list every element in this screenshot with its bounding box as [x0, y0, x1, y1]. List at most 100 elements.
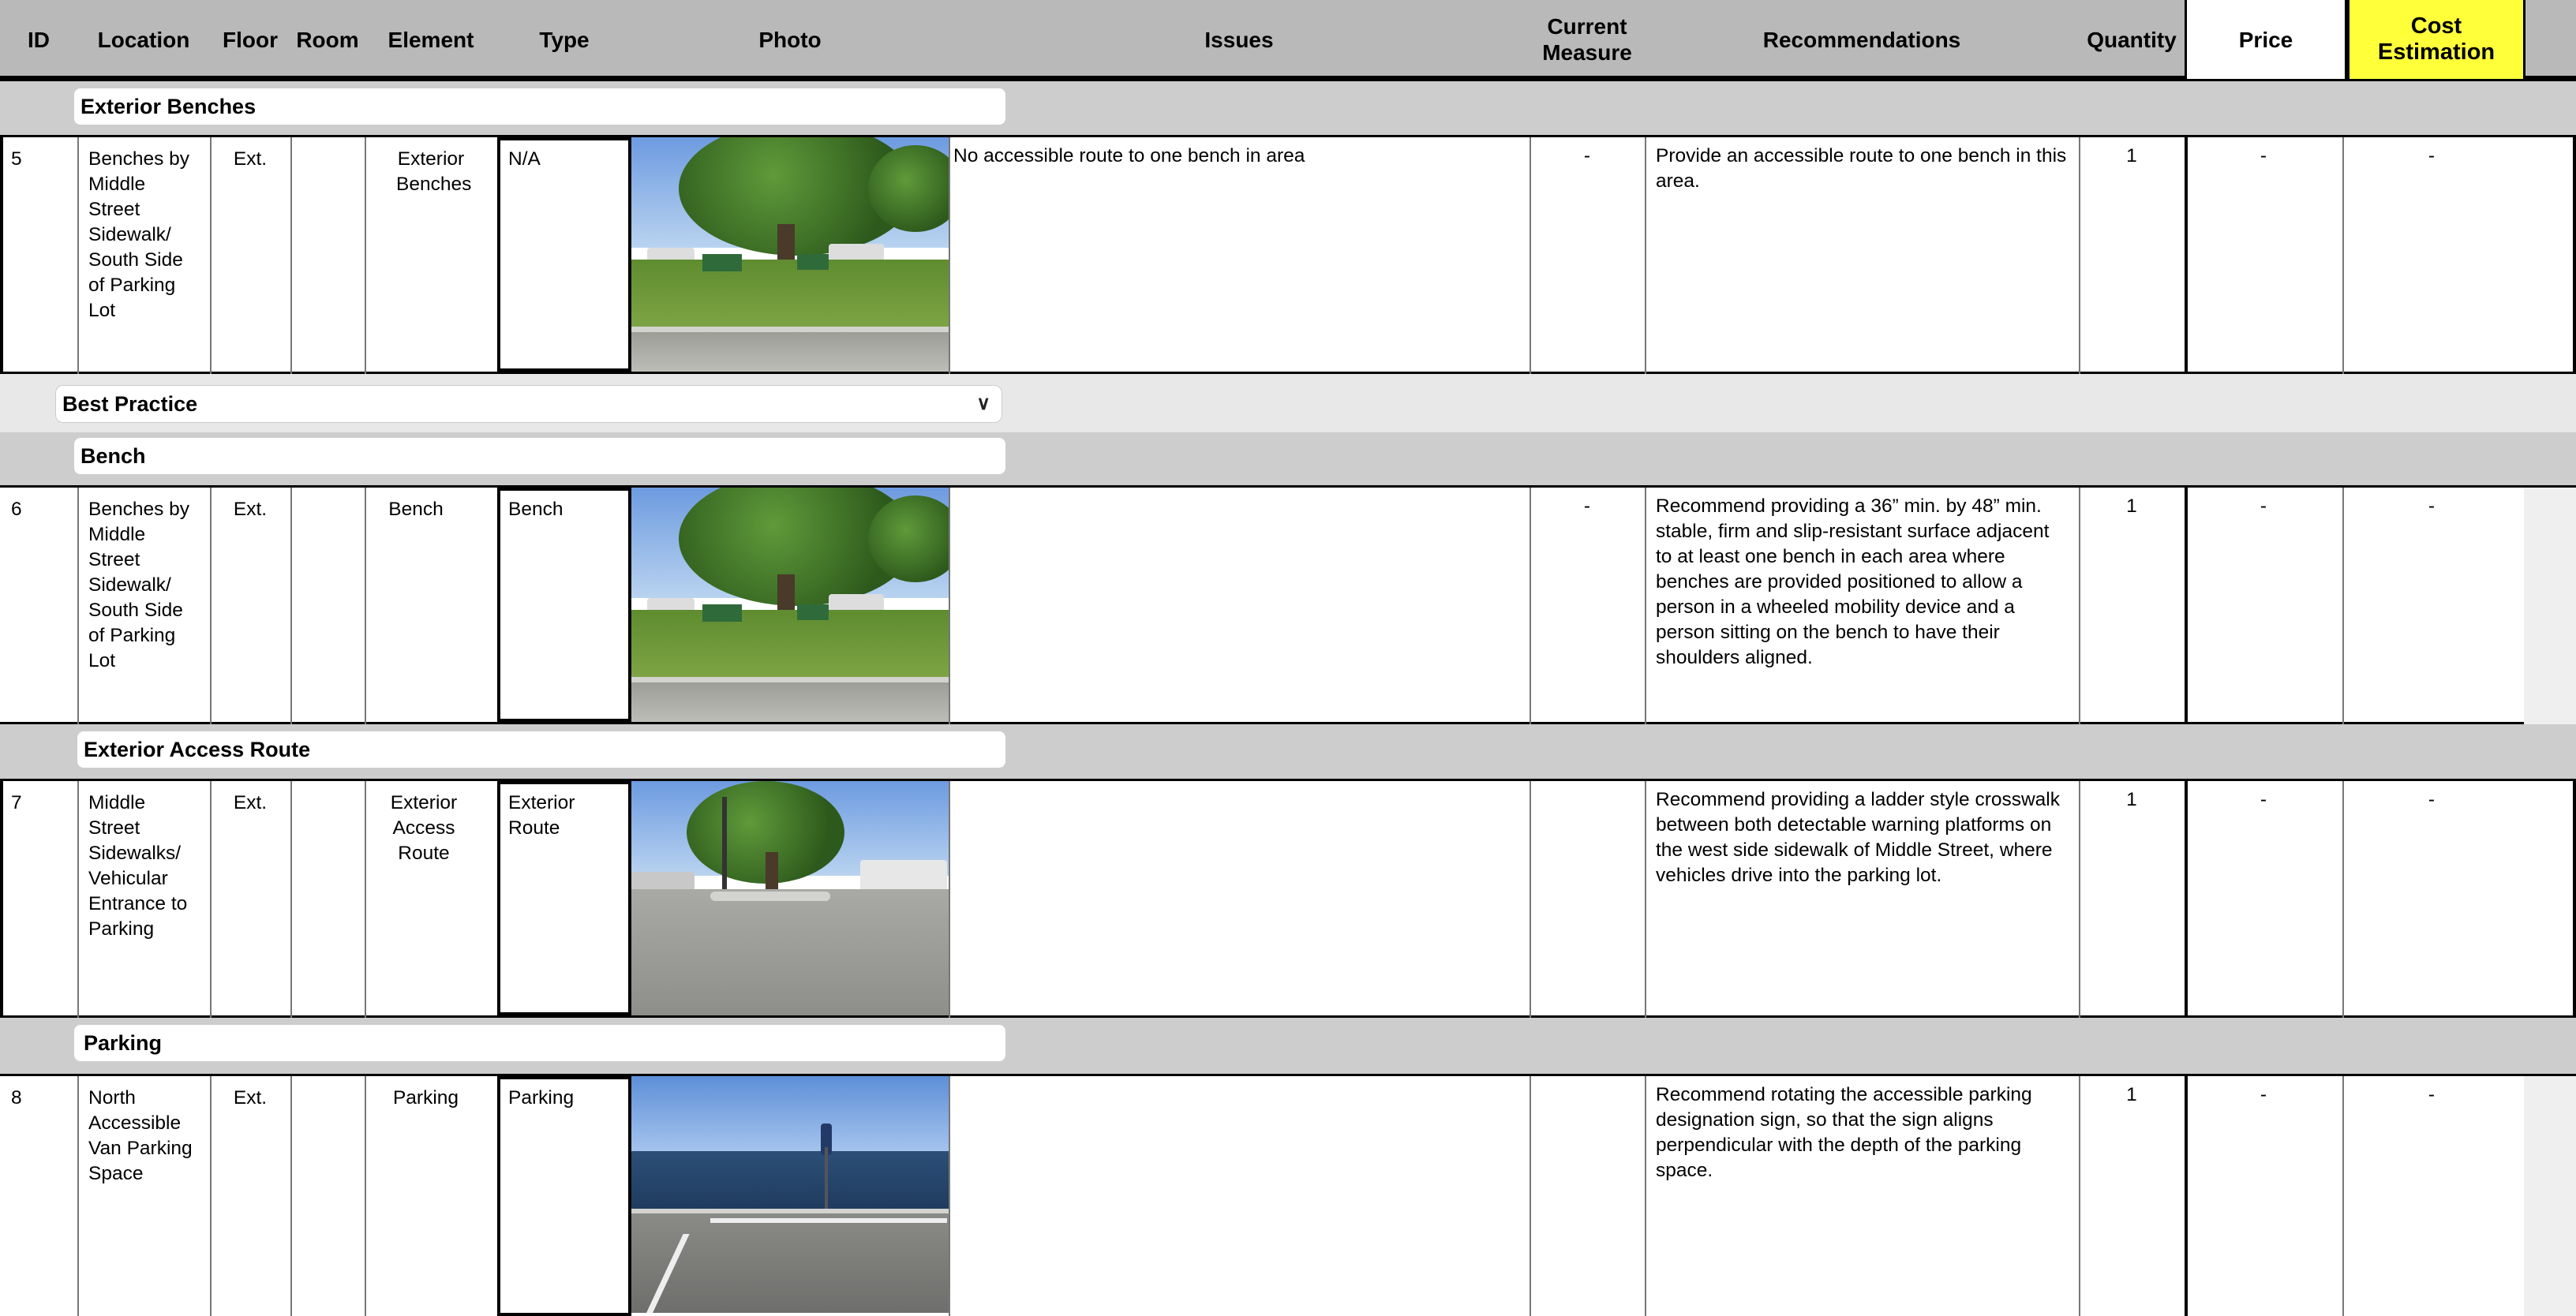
- table-border: [2573, 781, 2576, 1018]
- cost-cell[interactable]: -: [2342, 1076, 2521, 1316]
- tree-and-benches-photo[interactable]: [631, 488, 949, 722]
- floor-cell[interactable]: Ext.: [210, 781, 290, 1015]
- type-cell[interactable]: N/A: [497, 137, 631, 372]
- element-cell[interactable]: Exterior Access Route: [365, 781, 483, 1015]
- column-divider: [949, 1076, 950, 1316]
- section-title[interactable]: Exterior Access Route: [77, 731, 1005, 768]
- cost-cell[interactable]: -: [2342, 488, 2521, 722]
- col-header-quantity[interactable]: Quantity: [2079, 0, 2185, 79]
- location-cell[interactable]: Middle Street Sidewalks/ Vehicular Entra…: [77, 781, 210, 1015]
- issues-cell[interactable]: [949, 488, 1530, 722]
- column-divider: [2185, 488, 2188, 724]
- price-cell[interactable]: -: [2185, 781, 2342, 1015]
- best-practice-band: Best Practice ∨: [0, 374, 2576, 432]
- location-cell[interactable]: Benches by Middle Street Sidewalk/ South…: [77, 137, 210, 372]
- quantity-cell[interactable]: 1: [2079, 137, 2185, 372]
- floor-cell[interactable]: Ext.: [210, 1076, 290, 1316]
- room-cell[interactable]: [290, 781, 365, 1015]
- best-practice-dropdown[interactable]: Best Practice ∨: [55, 385, 1002, 423]
- column-divider: [290, 488, 292, 724]
- id-cell[interactable]: 7: [0, 781, 77, 1015]
- floor-cell[interactable]: Ext.: [210, 488, 290, 722]
- current-measure-cell[interactable]: -: [1530, 137, 1645, 372]
- col-header-element[interactable]: Element: [365, 0, 497, 79]
- cost-cell[interactable]: -: [2342, 781, 2521, 1015]
- column-divider: [77, 137, 79, 374]
- element-cell[interactable]: Bench: [365, 488, 467, 722]
- column-divider: [290, 781, 292, 1018]
- col-header-floor[interactable]: Floor: [210, 0, 290, 79]
- price-cell[interactable]: -: [2185, 137, 2342, 372]
- id-cell[interactable]: 5: [0, 137, 77, 372]
- type-cell[interactable]: Exterior Route: [497, 781, 631, 1015]
- quantity-cell[interactable]: 1: [2079, 488, 2185, 722]
- cost-cell[interactable]: -: [2342, 137, 2521, 372]
- col-header-recommendations[interactable]: Recommendations: [1645, 0, 2079, 79]
- section-title[interactable]: Exterior Benches: [74, 88, 1005, 125]
- column-divider: [290, 1076, 292, 1316]
- spreadsheet: ID Location Floor Room Element Type Phot…: [0, 0, 2576, 1316]
- dropdown-label: Best Practice: [62, 391, 198, 416]
- quantity-cell[interactable]: 1: [2079, 1076, 2185, 1316]
- section-band: Bench: [0, 432, 2576, 488]
- column-divider: [2342, 1076, 2344, 1316]
- issues-cell[interactable]: [949, 1076, 1530, 1316]
- column-divider: [1530, 1076, 1531, 1316]
- issues-cell[interactable]: No accessible route to one bench in area: [949, 137, 1530, 372]
- section-title[interactable]: Bench: [74, 438, 1005, 474]
- room-cell[interactable]: [290, 488, 365, 722]
- column-divider: [949, 488, 950, 724]
- recommendations-cell[interactable]: Recommend rotating the accessible parkin…: [1645, 1076, 2079, 1316]
- col-header-price[interactable]: Price: [2185, 0, 2347, 79]
- table-border: [0, 781, 3, 1018]
- column-divider: [210, 137, 212, 374]
- current-measure-cell[interactable]: -: [1530, 488, 1645, 722]
- column-divider: [2185, 781, 2188, 1018]
- element-cell[interactable]: Exterior Benches: [365, 137, 497, 372]
- type-cell[interactable]: Parking: [497, 1076, 631, 1316]
- col-header-room[interactable]: Room: [290, 0, 365, 79]
- table-row: 7 Middle Street Sidewalks/ Vehicular Ent…: [0, 781, 2576, 1018]
- col-header-id[interactable]: ID: [0, 0, 77, 79]
- location-cell[interactable]: North Accessible Van Parking Space: [77, 1076, 210, 1316]
- current-measure-cell[interactable]: [1530, 781, 1645, 1015]
- room-cell[interactable]: [290, 1076, 365, 1316]
- column-divider: [1530, 781, 1531, 1018]
- issues-cell[interactable]: [949, 781, 1530, 1015]
- type-cell[interactable]: Bench: [497, 488, 631, 722]
- price-cell[interactable]: -: [2185, 488, 2342, 722]
- col-header-location[interactable]: Location: [77, 0, 210, 79]
- column-divider: [77, 1076, 79, 1316]
- column-divider: [77, 488, 79, 724]
- floor-cell[interactable]: Ext.: [210, 137, 290, 372]
- recommendations-cell[interactable]: Provide an accessible route to one bench…: [1645, 137, 2079, 372]
- current-measure-cell[interactable]: [1530, 1076, 1645, 1316]
- col-header-issues[interactable]: Issues: [949, 0, 1530, 79]
- room-cell[interactable]: [290, 137, 365, 372]
- recommendations-cell[interactable]: Recommend providing a 36” min. by 48” mi…: [1645, 488, 2079, 722]
- section-title[interactable]: Parking: [74, 1025, 1005, 1061]
- column-divider: [210, 781, 212, 1018]
- col-header-photo[interactable]: Photo: [631, 0, 949, 79]
- element-cell[interactable]: Parking: [365, 1076, 487, 1316]
- column-divider: [1645, 1076, 1646, 1316]
- column-divider: [210, 488, 212, 724]
- section-band: Parking: [0, 1018, 2576, 1076]
- column-divider: [210, 1076, 212, 1316]
- quantity-cell[interactable]: 1: [2079, 781, 2185, 1015]
- id-cell[interactable]: 6: [0, 488, 77, 722]
- waterfront-parking-photo[interactable]: [631, 1076, 949, 1313]
- tree-and-benches-photo[interactable]: [631, 137, 949, 372]
- section-band: Exterior Benches: [0, 79, 2576, 137]
- location-cell[interactable]: Benches by Middle Street Sidewalk/ South…: [77, 488, 210, 722]
- table-row: 5 Benches by Middle Street Sidewalk/ Sou…: [0, 137, 2576, 374]
- id-cell[interactable]: 8: [0, 1076, 77, 1316]
- column-divider: [2079, 781, 2080, 1018]
- col-header-type[interactable]: Type: [497, 0, 631, 79]
- column-divider: [1645, 488, 1646, 724]
- recommendations-cell[interactable]: Recommend providing a ladder style cross…: [1645, 781, 2079, 1015]
- col-header-current-measure[interactable]: Current Measure: [1530, 0, 1645, 79]
- parking-entrance-photo[interactable]: [631, 781, 949, 1015]
- price-cell[interactable]: -: [2185, 1076, 2342, 1316]
- col-header-cost-estimation[interactable]: Cost Estimation: [2347, 0, 2525, 79]
